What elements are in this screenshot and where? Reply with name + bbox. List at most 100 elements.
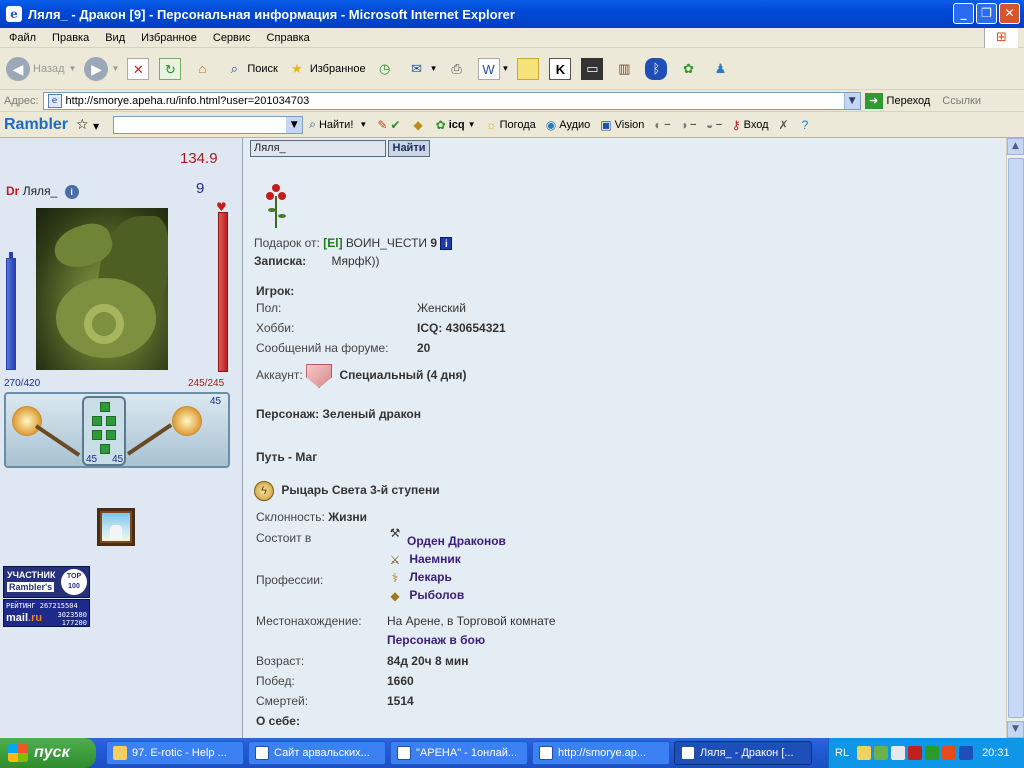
- info-icon[interactable]: i: [64, 185, 79, 199]
- address-url[interactable]: http://smorye.apeha.ru/info.html?user=20…: [66, 95, 844, 107]
- weather-button[interactable]: ☼ Погода: [486, 118, 536, 132]
- menu-edit[interactable]: Правка: [43, 32, 96, 44]
- audio-button[interactable]: ◉ Аудио: [546, 118, 591, 132]
- alignment-row: Склонность: Жизни: [256, 510, 367, 524]
- go-button[interactable]: ➜ Переход: [864, 92, 930, 109]
- member-link[interactable]: Орден Драконов: [407, 534, 506, 548]
- search-icon: ⌕: [230, 60, 239, 76]
- stop-button[interactable]: ✕: [127, 57, 151, 80]
- start-button[interactable]: пуск: [0, 738, 96, 768]
- portrait-thumbnail[interactable]: [97, 508, 135, 546]
- magnifier-icon: ⌕: [309, 117, 316, 131]
- gift-clan[interactable]: [El]: [323, 236, 342, 250]
- extra-button[interactable]: ◆: [413, 118, 425, 132]
- mailru-rating-badge[interactable]: РЕЙТИНГ 267215504 mail.ru 3023580 177200: [3, 599, 90, 627]
- rose-gift-icon: [264, 182, 288, 230]
- vision-button[interactable]: ▣ Vision: [600, 118, 644, 132]
- highlight-button[interactable]: ✎ ✔: [377, 118, 403, 132]
- address-input[interactable]: e http://smorye.apeha.ru/info.html?user=…: [42, 91, 861, 110]
- menu-view[interactable]: Вид: [96, 32, 132, 44]
- window-title-bar[interactable]: e Ляля_ - Дракон [9] - Персональная инфо…: [0, 0, 1024, 28]
- tool-button-2[interactable]: ◑ –: [680, 118, 696, 132]
- rambler-search-dropdown-icon[interactable]: ▼: [286, 116, 303, 133]
- language-indicator[interactable]: RL: [835, 747, 849, 759]
- edit-button[interactable]: W ▼: [477, 57, 509, 80]
- clock[interactable]: 20:31: [982, 747, 1010, 759]
- login-button[interactable]: ⚷ Вход: [732, 118, 769, 132]
- refresh-button[interactable]: ↻: [159, 57, 183, 80]
- tray-icon[interactable]: [891, 746, 906, 760]
- history-button[interactable]: ◷: [374, 58, 398, 80]
- tray-icon[interactable]: [942, 746, 957, 760]
- in-battle-link[interactable]: Персонаж в бою: [387, 633, 485, 647]
- badge-rating-label: РЕЙТИНГ: [6, 602, 36, 610]
- profession-link[interactable]: Лекарь: [409, 570, 451, 584]
- knight-title: Рыцарь Света 3-й ступени: [281, 483, 440, 498]
- vertical-scrollbar[interactable]: ▲ ▼: [1006, 138, 1024, 738]
- find-user-button[interactable]: Найти: [388, 140, 430, 157]
- minimize-button[interactable]: _: [953, 3, 974, 24]
- scroll-up-icon[interactable]: ▲: [1007, 138, 1024, 155]
- rambler-star-icon[interactable]: ☆ ▼: [76, 117, 99, 133]
- tool-button-1[interactable]: ◐ –: [654, 118, 670, 132]
- messenger-button[interactable]: ♟: [709, 58, 733, 80]
- favorites-button[interactable]: ★ Избранное: [286, 58, 366, 80]
- left-orb-icon[interactable]: [12, 406, 42, 436]
- rose-flower: [278, 192, 286, 200]
- rambler-search-input[interactable]: ▼: [113, 115, 304, 134]
- help-button[interactable]: ?: [802, 118, 812, 132]
- rambler-logo[interactable]: Rambler: [4, 116, 68, 134]
- research-button[interactable]: ▥: [613, 58, 637, 80]
- tray-icon[interactable]: [874, 746, 889, 760]
- word-icon: W: [477, 57, 500, 80]
- history-icon: ◷: [378, 60, 391, 76]
- scroll-down-icon[interactable]: ▼: [1007, 721, 1024, 738]
- bluetooth-button[interactable]: ᛒ: [645, 57, 669, 80]
- k-button[interactable]: K: [549, 57, 573, 80]
- back-dropdown-icon: ▼: [68, 64, 77, 73]
- tray-icon[interactable]: [959, 746, 974, 760]
- search-user-input[interactable]: Ляля_: [250, 140, 386, 157]
- gift-info-icon[interactable]: i: [440, 237, 453, 251]
- gift-from[interactable]: ВОИН_ЧЕСТИ: [346, 236, 427, 250]
- tool-button-3[interactable]: ◒ –: [706, 118, 722, 132]
- icq-rambler-button[interactable]: ✿ icq ▼: [436, 118, 476, 132]
- notes-button[interactable]: [517, 57, 541, 80]
- print-button[interactable]: ⎙: [446, 58, 470, 80]
- taskbar-item[interactable]: 97. E-rotic - Help ...: [106, 741, 244, 765]
- menu-favorites[interactable]: Избранное: [132, 32, 204, 44]
- go-arrow-icon: ➜: [864, 92, 883, 109]
- mail-button[interactable]: ✉ ▼: [406, 58, 437, 80]
- menu-help[interactable]: Справка: [258, 32, 317, 44]
- tray-icon[interactable]: [857, 746, 872, 760]
- taskbar-item[interactable]: Сайт арвальских...: [248, 741, 386, 765]
- menu-tools[interactable]: Сервис: [204, 32, 258, 44]
- taskbar-item[interactable]: http://smorye.ap...: [532, 741, 670, 765]
- rambler-find-button[interactable]: ⌕ Найти! ▼: [309, 117, 367, 132]
- forward-button[interactable]: ▶ ▼: [84, 56, 119, 81]
- profession-link[interactable]: Рыболов: [409, 588, 464, 602]
- back-button[interactable]: ◀ Назад ▼: [6, 56, 77, 81]
- rambler-top100-badge[interactable]: УЧАСТНИК Rambler's TOP 100: [3, 566, 90, 598]
- tray-icon[interactable]: [908, 746, 923, 760]
- rambler-toolbar: Rambler ☆ ▼ ▼ ⌕ Найти! ▼ ✎ ✔ ◆ ✿ icq ▼ ☼…: [0, 112, 1024, 138]
- profession-link[interactable]: Наемник: [409, 552, 460, 566]
- scroll-thumb[interactable]: [1008, 158, 1024, 718]
- menu-file[interactable]: Файл: [0, 32, 43, 44]
- taskbar-item[interactable]: "АРЕНА" - 1онлай...: [390, 741, 528, 765]
- spellcheck-icon: ✔: [390, 117, 401, 132]
- close-button[interactable]: ✕: [999, 3, 1020, 24]
- profession-1: ⚔ Наемник: [387, 552, 461, 567]
- taskbar-item-active[interactable]: Ляля_ - Дракон [...: [674, 741, 812, 765]
- address-dropdown-icon[interactable]: ▼: [843, 92, 860, 109]
- home-button[interactable]: ⌂: [191, 58, 215, 80]
- search-button[interactable]: ⌕ Поиск: [223, 58, 278, 80]
- media-button[interactable]: ▭: [581, 57, 605, 80]
- right-orb-icon[interactable]: [172, 406, 202, 436]
- note-label: Записка:: [254, 254, 307, 268]
- tray-icon[interactable]: [925, 746, 940, 760]
- settings-button[interactable]: ✗: [779, 118, 792, 132]
- links-button[interactable]: Ссылки: [942, 95, 981, 107]
- maximize-button[interactable]: ❐: [976, 3, 997, 24]
- icq-button[interactable]: ✿: [677, 58, 701, 80]
